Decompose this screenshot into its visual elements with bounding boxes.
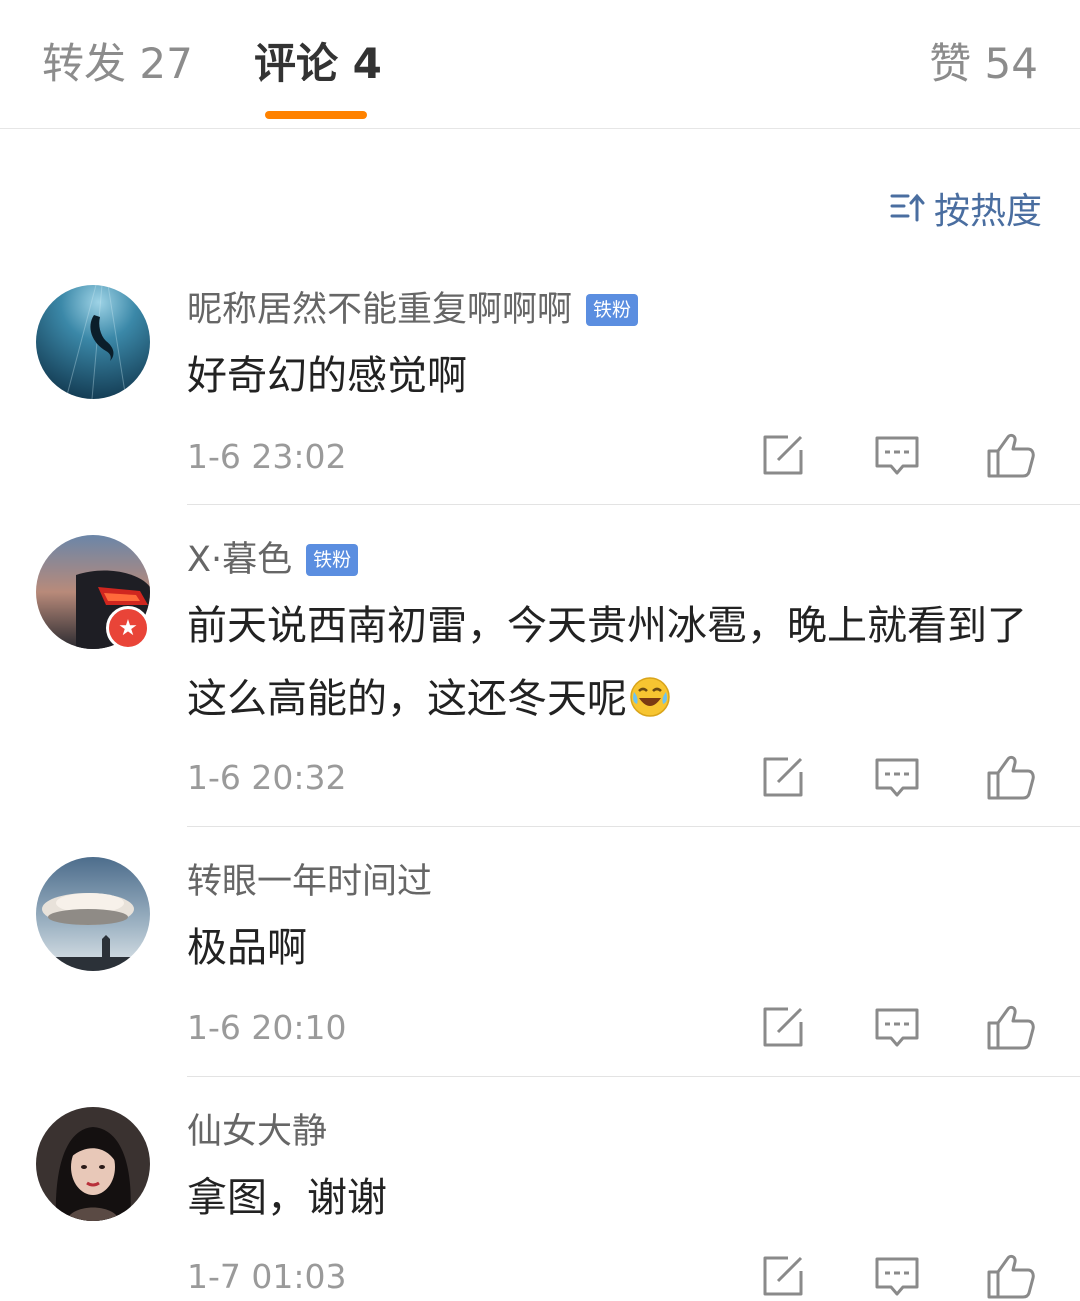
sort-label: 按热度 [933,191,1042,232]
tab-comment[interactable]: 评论 4 [254,38,382,90]
edit-icon[interactable] [758,752,808,802]
comment-text: 极品啊 [187,925,307,971]
active-tab-indicator [265,111,367,119]
tab-repost[interactable]: 转发 27 [42,38,193,90]
comment-text: 好奇幻的感觉啊 [187,353,467,399]
reply-icon[interactable] [872,1251,922,1301]
sort-button[interactable]: 按热度 [890,186,1042,232]
username[interactable]: 昵称居然不能重复啊啊啊 [187,288,572,332]
avatar[interactable] [36,857,150,971]
reply-icon[interactable] [872,752,922,802]
like-icon[interactable] [986,1002,1036,1052]
username[interactable]: 仙女大静 [187,1110,327,1154]
tab-like[interactable]: 赞 54 [929,38,1038,90]
like-icon[interactable] [986,1251,1036,1301]
fan-badge: 铁粉 [586,294,639,326]
like-icon[interactable] [986,430,1036,480]
tab-bar: 转发 27 评论 4 赞 54 [0,0,1080,129]
edit-icon[interactable] [758,430,808,480]
fan-badge: 铁粉 [306,544,359,576]
divider [187,826,1080,827]
verified-star-icon: ★ [106,606,150,650]
reply-icon[interactable] [872,430,922,480]
timestamp: 1-6 20:32 [187,758,347,797]
sort-icon [890,193,925,222]
comment-text-body: 前天说西南初雷，今天贵州冰雹，晚上就看到了这么高能的，这还冬天呢 [187,603,1027,722]
comment-text: 前天说西南初雷，今天贵州冰雹，晚上就看到了这么高能的，这还冬天呢 [187,590,1047,736]
edit-icon[interactable] [758,1002,808,1052]
laughing-crying-emoji-icon [629,669,671,717]
avatar[interactable] [36,1107,150,1221]
username[interactable]: X·暮色 [187,538,292,582]
reply-icon[interactable] [872,1002,922,1052]
avatar[interactable] [36,285,150,399]
divider [187,1076,1080,1077]
timestamp: 1-6 23:02 [187,437,347,476]
like-icon[interactable] [986,752,1036,802]
divider [187,504,1080,505]
timestamp: 1-6 20:10 [187,1008,347,1047]
timestamp: 1-7 01:03 [187,1257,347,1296]
edit-icon[interactable] [758,1251,808,1301]
comment-text: 拿图，谢谢 [187,1175,387,1221]
username[interactable]: 转眼一年时间过 [187,860,432,904]
